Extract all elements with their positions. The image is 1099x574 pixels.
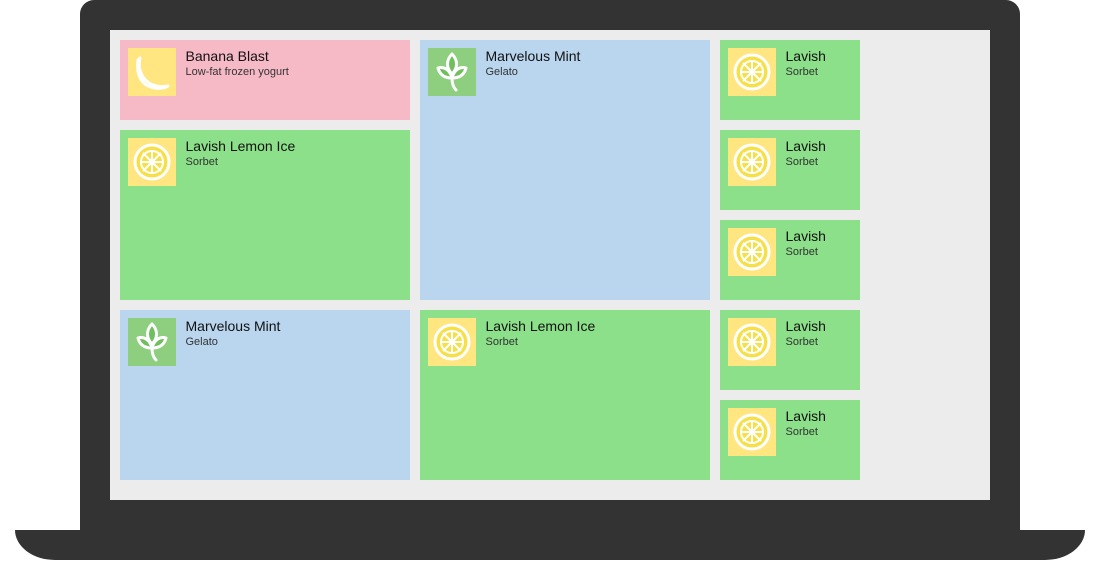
tile-subtitle: Sorbet <box>186 156 296 170</box>
tile-lavish-small[interactable]: Lavish Sorbet <box>720 220 860 300</box>
tile-title: Banana Blast <box>186 48 289 66</box>
tile-subtitle: Sorbet <box>786 336 826 350</box>
tile-subtitle: Low-fat frozen yogurt <box>186 66 289 80</box>
tile-lavish-small[interactable]: Lavish Sorbet <box>720 400 860 480</box>
tile-subtitle: Gelato <box>486 66 581 80</box>
lemon-icon <box>728 318 776 366</box>
laptop-frame: Banana Blast Low-fat frozen yogurt Lavis… <box>15 0 1085 560</box>
tile-subtitle: Sorbet <box>786 156 826 170</box>
tile-marvelous-mint[interactable]: Marvelous Mint Gelato <box>420 40 710 300</box>
tile-lavish-small[interactable]: Lavish Sorbet <box>720 40 860 120</box>
lemon-icon <box>428 318 476 366</box>
tile-title: Marvelous Mint <box>486 48 581 66</box>
tile-subtitle: Sorbet <box>786 246 826 260</box>
tile-title: Lavish Lemon Ice <box>486 318 596 336</box>
tile-subtitle: Sorbet <box>786 66 826 80</box>
tile-subtitle: Sorbet <box>786 426 826 440</box>
tile-title: Lavish <box>786 48 826 66</box>
laptop-lid: Banana Blast Low-fat frozen yogurt Lavis… <box>80 0 1020 530</box>
banana-icon <box>128 48 176 96</box>
tile-subtitle: Gelato <box>186 336 281 350</box>
tile-lavish-small[interactable]: Lavish Sorbet <box>720 130 860 210</box>
tile-title: Lavish <box>786 138 826 156</box>
tile-banana-blast[interactable]: Banana Blast Low-fat frozen yogurt <box>120 40 410 120</box>
tile-lavish-lemon-ice[interactable]: Lavish Lemon Ice Sorbet <box>420 310 710 480</box>
lemon-icon <box>728 138 776 186</box>
lemon-icon <box>128 138 176 186</box>
tile-title: Lavish <box>786 228 826 246</box>
app-screen: Banana Blast Low-fat frozen yogurt Lavis… <box>110 30 990 500</box>
mint-icon <box>428 48 476 96</box>
lemon-icon <box>728 228 776 276</box>
laptop-base <box>15 530 1085 560</box>
tile-title: Lavish <box>786 318 826 336</box>
tile-grid: Banana Blast Low-fat frozen yogurt Lavis… <box>120 40 980 490</box>
tile-title: Marvelous Mint <box>186 318 281 336</box>
tile-subtitle: Sorbet <box>486 336 596 350</box>
tile-lavish-small[interactable]: Lavish Sorbet <box>720 310 860 390</box>
tile-title: Lavish <box>786 408 826 426</box>
tile-title: Lavish Lemon Ice <box>186 138 296 156</box>
tile-lavish-lemon-ice[interactable]: Lavish Lemon Ice Sorbet <box>120 130 410 300</box>
tile-marvelous-mint[interactable]: Marvelous Mint Gelato <box>120 310 410 480</box>
mint-icon <box>128 318 176 366</box>
lemon-icon <box>728 48 776 96</box>
lemon-icon <box>728 408 776 456</box>
